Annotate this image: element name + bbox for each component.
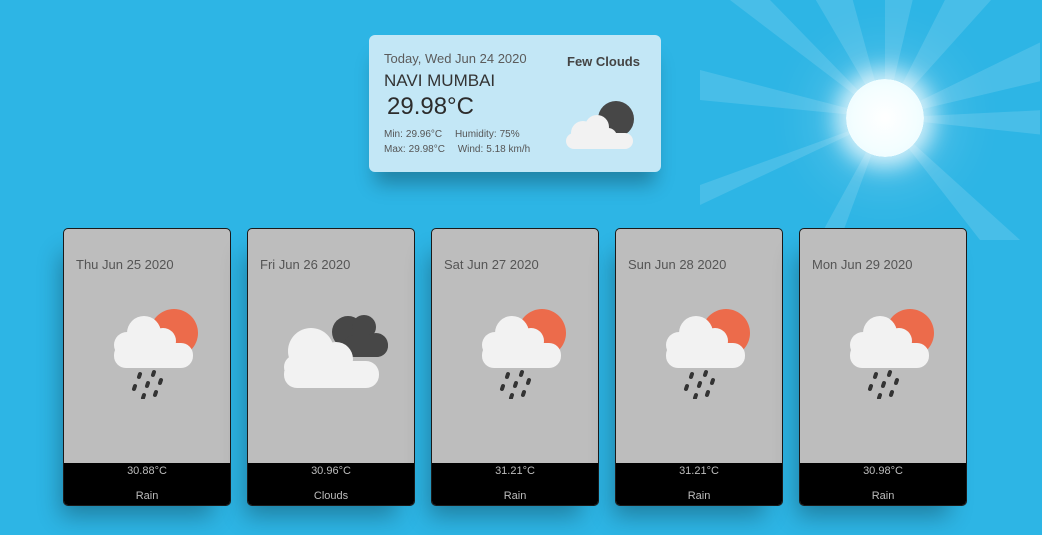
- wind-value: 5.18 km/h: [486, 144, 531, 155]
- sun-decoration: [700, 0, 1040, 240]
- forecast-date: Mon Jun 29 2020: [812, 257, 913, 272]
- forecast-card: Sun Jun 28 2020 31.21°C Rain: [615, 228, 783, 506]
- forecast-footer: 30.88°C Rain: [64, 463, 230, 505]
- forecast-card: Fri Jun 26 2020 30.96°C Clouds: [247, 228, 415, 506]
- forecast-temperature: 30.98°C: [863, 465, 903, 477]
- wind-label: Wind:: [457, 144, 484, 155]
- forecast-temperature: 31.21°C: [679, 465, 719, 477]
- stats-row-1: Min: 29.96°C Humidity: 75%: [384, 127, 533, 142]
- current-condition: Few Clouds: [567, 54, 640, 69]
- forecast-condition: Rain: [135, 490, 159, 502]
- city-name: NAVI MUMBAI: [384, 71, 496, 90]
- min-value: 29.96°C: [405, 129, 443, 140]
- today-weather-card: Today, Wed Jun 24 2020 NAVI MUMBAI 29.98…: [369, 35, 661, 172]
- forecast-footer: 30.96°C Clouds: [248, 463, 414, 505]
- clouds-icon: [284, 315, 388, 388]
- forecast-card: Sat Jun 27 2020 31.21°C Rain: [431, 228, 599, 506]
- min-label: Min:: [384, 129, 403, 140]
- max-value: 29.98°C: [408, 144, 445, 155]
- few-clouds-night-icon: [566, 101, 634, 149]
- forecast-footer: 31.21°C Rain: [616, 463, 782, 505]
- max-label: Max:: [384, 144, 406, 155]
- forecast-temperature: 31.21°C: [495, 465, 535, 477]
- forecast-footer: 30.98°C Rain: [800, 463, 966, 505]
- rain-sun-icon: [482, 309, 566, 399]
- forecast-temperature: 30.96°C: [311, 465, 351, 477]
- forecast-temperature: 30.88°C: [127, 465, 167, 477]
- stats-row-2: Max: 29.98°C Wind: 5.18 km/h: [384, 142, 533, 157]
- forecast-condition: Clouds: [313, 490, 349, 502]
- forecast-condition: Rain: [871, 490, 895, 502]
- today-stats: Min: 29.96°C Humidity: 75% Max: 29.98°C Win…: [384, 127, 533, 157]
- current-temperature: 29.98°C: [387, 93, 474, 120]
- forecast-date: Fri Jun 26 2020: [260, 257, 351, 272]
- sun-rays-icon: [700, 0, 1040, 240]
- rain-sun-icon: [850, 309, 934, 399]
- forecast-card: Thu Jun 25 2020 30.88°C Rain: [63, 228, 231, 506]
- humidity-label: Humidity:: [454, 129, 497, 140]
- forecast-footer: 31.21°C Rain: [432, 463, 598, 505]
- forecast-condition: Rain: [503, 490, 527, 502]
- forecast-date: Sun Jun 28 2020: [628, 257, 727, 272]
- rain-sun-icon: [666, 309, 750, 399]
- forecast-card: Mon Jun 29 2020 30.98°C Rain: [799, 228, 967, 506]
- forecast-condition: Rain: [687, 490, 711, 502]
- today-date: Today, Wed Jun 24 2020: [384, 51, 527, 66]
- humidity-value: 75%: [499, 129, 520, 140]
- forecast-date: Sat Jun 27 2020: [444, 257, 539, 272]
- sun-icon: [846, 79, 924, 157]
- forecast-date: Thu Jun 25 2020: [76, 257, 174, 272]
- forecast-list: Thu Jun 25 2020 30.88°C Rain Fri Jun 26 …: [63, 228, 967, 506]
- rain-sun-icon: [114, 309, 198, 399]
